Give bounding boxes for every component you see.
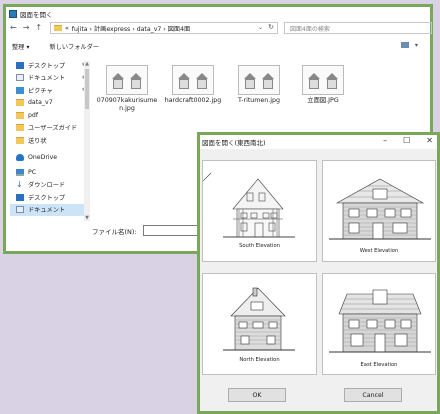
address-prefix: « (65, 24, 69, 32)
file-item[interactable]: 070907kakurisumen.jpg (96, 65, 158, 113)
sidebar-item[interactable]: OneDrive (10, 152, 90, 165)
sidebar-scrollbar[interactable]: ▲ ▼ (84, 61, 90, 221)
address-bar[interactable]: « fujita › 計画express › data_v7 › 図面4面 ⌄ … (50, 22, 278, 34)
sidebar-item[interactable]: デスクトップ✱ (10, 59, 90, 72)
sidebar-item[interactable]: ドキュメント✱ (10, 72, 90, 85)
elevation-dialog-titlebar: 図面を開く(東西南北) – ☐ ✕ (200, 135, 437, 149)
scroll-thumb[interactable] (85, 69, 89, 109)
sidebar-item[interactable]: デスクトップ (10, 191, 90, 204)
folder-icon (54, 25, 62, 31)
sidebar-item-label: pdf (28, 111, 39, 119)
scroll-down-icon[interactable]: ▼ (84, 215, 90, 221)
sidebar-item[interactable]: 送り状 (10, 134, 90, 147)
sidebar-item-label: OneDrive (28, 154, 58, 162)
file-thumbnail (172, 65, 214, 95)
file-name: T-ritumen.jpg (237, 97, 281, 104)
documents-icon (16, 74, 24, 82)
view-icon[interactable] (400, 42, 409, 48)
file-thumbnail (238, 65, 280, 95)
sidebar-item-label: ユーザーズガイド (28, 125, 78, 133)
sidebar-item[interactable]: ユーザーズガイド (10, 122, 90, 135)
file-dialog-titlebar: 図面を開く (6, 7, 430, 20)
search-input[interactable]: 図面4面の検索 (284, 22, 432, 34)
folder-icon (16, 111, 24, 119)
toolbar: 整理 ▾ 新しいフォルダー ▾ (6, 39, 430, 53)
east-elevation-panel[interactable]: East Elevation (322, 273, 436, 375)
east-elevation-caption: East Elevation (360, 362, 398, 368)
up-arrow-icon[interactable]: ↑ (35, 23, 42, 32)
file-thumbnail (302, 65, 344, 95)
navigation-pane: デスクトップ✱ドキュメント✱ピクチャ✱ data_v7pdf ユーザーズガイド送り状… (10, 59, 90, 221)
minimize-icon[interactable]: – (383, 136, 387, 145)
pc-icon (16, 168, 24, 176)
new-folder-button[interactable]: 新しいフォルダー (49, 42, 99, 51)
maximize-icon[interactable]: ☐ (403, 136, 410, 145)
sidebar-item-label: ドキュメント (28, 207, 66, 215)
scroll-up-icon[interactable]: ▲ (84, 61, 90, 67)
sidebar-item-label: ピクチャ (28, 87, 53, 95)
north-elevation-caption: North Elevation (239, 357, 280, 363)
ok-button[interactable]: OK (228, 388, 286, 402)
sidebar-item-label: デスクトップ (28, 62, 66, 70)
file-name: hardcraft0002.jpg (164, 97, 222, 104)
sidebar-item-label: デスクトップ (28, 194, 66, 202)
close-icon[interactable]: ✕ (426, 136, 433, 145)
north-elevation-panel[interactable]: North Elevation (202, 273, 317, 375)
organize-button[interactable]: 整理 ▾ (12, 42, 29, 51)
sidebar-item[interactable]: ドキュメント (10, 203, 90, 216)
file-item[interactable]: hardcraft0002.jpg (162, 65, 224, 105)
file-dialog-title: 図面を開く (20, 10, 53, 19)
folder-icon (16, 99, 24, 107)
desktop-icon (16, 193, 24, 201)
desktop-icon (16, 61, 24, 69)
sidebar-item-label: 送り状 (28, 137, 47, 145)
elevation-dialog: 図面を開く(東西南北) – ☐ ✕ South Elevation West E… (197, 132, 440, 414)
sidebar-item[interactable]: ピクチャ✱ (10, 84, 90, 97)
west-elevation-drawing (329, 178, 431, 240)
forward-arrow-icon[interactable]: → (23, 23, 30, 32)
south-elevation-panel[interactable]: South Elevation (202, 160, 317, 262)
documents-icon (16, 206, 24, 214)
elevation-dialog-title: 図面を開く(東西南北) (202, 139, 266, 147)
download-icon: ↓ (16, 179, 23, 189)
sidebar-item-label: PC (28, 168, 37, 176)
west-elevation-panel[interactable]: West Elevation (322, 160, 436, 262)
pictures-icon (16, 86, 24, 94)
file-name: 立面図.JPG (307, 97, 339, 104)
sidebar-item[interactable]: pdf (10, 109, 90, 122)
sidebar-item[interactable]: PC (10, 166, 90, 179)
south-elevation-caption: South Elevation (239, 243, 280, 249)
filename-label: ファイル名(N): (92, 227, 137, 236)
sidebar-item[interactable]: ↓ ダウンロード (10, 179, 90, 192)
sidebar-item-label: data_v7 (28, 99, 53, 107)
sidebar-item-label: ダウンロード (28, 182, 66, 190)
cloud-icon (16, 154, 24, 162)
refresh-icon[interactable]: ↻ (268, 23, 274, 31)
east-elevation-drawing (329, 289, 431, 353)
back-arrow-icon[interactable]: ← (10, 23, 17, 32)
west-elevation-caption: West Elevation (359, 248, 399, 254)
cancel-button[interactable]: Cancel (344, 388, 402, 402)
sidebar-item-label: ドキュメント (28, 75, 66, 83)
sidebar-item[interactable]: data_v7 (10, 97, 90, 110)
file-item[interactable]: T-ritumen.jpg (228, 65, 290, 105)
file-thumbnail (106, 65, 148, 95)
folder-icon (16, 124, 24, 132)
address-path: fujita › 計画express › data_v7 › 図面4面 (71, 25, 191, 33)
file-item[interactable]: 立面図.JPG (292, 65, 354, 105)
view-dropdown-icon[interactable]: ▾ (415, 42, 418, 49)
folder-icon (16, 136, 24, 144)
chevron-down-icon[interactable]: ⌄ (258, 24, 263, 31)
app-icon (9, 9, 17, 18)
view-controls: ▾ (400, 42, 418, 49)
file-name: 070907kakurisumen.jpg (96, 97, 158, 112)
